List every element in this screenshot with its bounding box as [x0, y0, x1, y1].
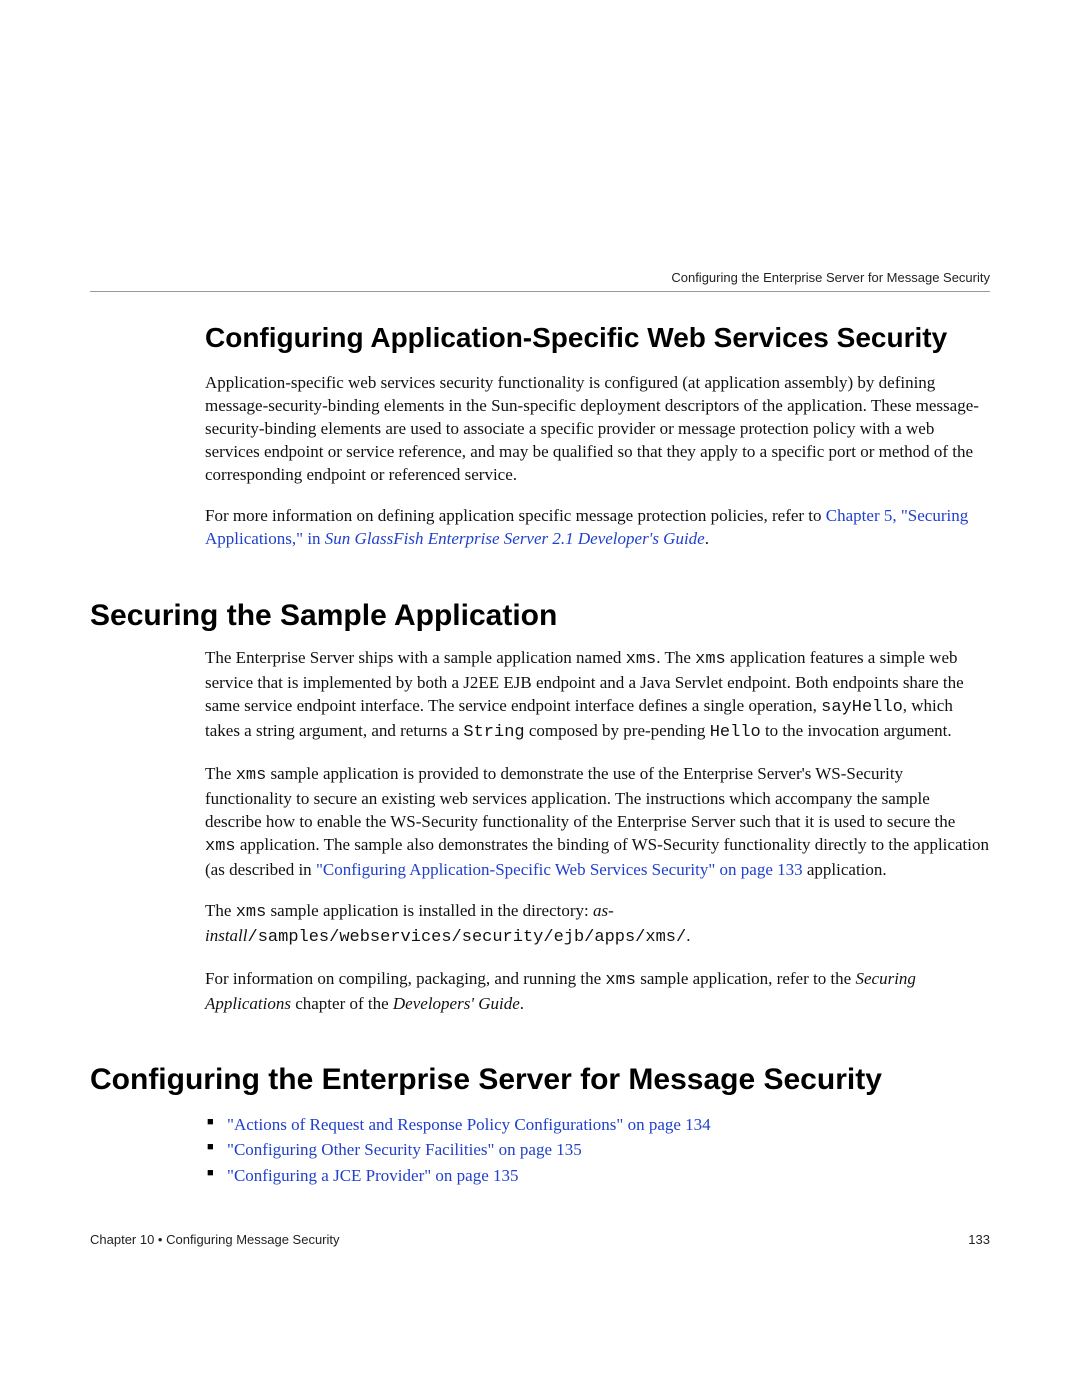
text: to the invocation argument. [761, 721, 952, 740]
paragraph: The xms sample application is provided t… [205, 763, 990, 882]
code-inline: xms [205, 837, 236, 856]
text: sample application is installed in the d… [266, 901, 593, 920]
code-inline: Hello [710, 723, 761, 742]
code-inline: /samples/webservices/security/ejb/apps/x… [248, 928, 687, 947]
text: For more information on defining applica… [205, 506, 826, 525]
code-inline: sayHello [821, 698, 903, 717]
text: sample application is provided to demons… [205, 764, 955, 831]
xref-other-security[interactable]: "Configuring Other Security Facilities" … [227, 1140, 582, 1159]
text: . The [656, 648, 695, 667]
code-inline: xms [626, 650, 657, 669]
code-inline: String [463, 723, 524, 742]
link-text-italic: Sun GlassFish Enterprise Server 2.1 Deve… [325, 529, 705, 548]
paragraph: The Enterprise Server ships with a sampl… [205, 647, 990, 745]
text: For information on compiling, packaging,… [205, 969, 605, 988]
text: . [520, 994, 524, 1013]
text: composed by pre-pending [525, 721, 710, 740]
text: sample application, refer to the [636, 969, 856, 988]
text: chapter of the [291, 994, 393, 1013]
text: The [205, 764, 236, 783]
footer-chapter: Chapter 10 • Configuring Message Securit… [90, 1232, 340, 1247]
xref-jce-provider[interactable]: "Configuring a JCE Provider" on page 135 [227, 1166, 519, 1185]
section-configuring-app-specific: Configuring Application-Specific Web Ser… [205, 322, 990, 551]
toc-list: "Actions of Request and Response Policy … [205, 1112, 990, 1189]
heading-configuring-app-specific: Configuring Application-Specific Web Ser… [205, 322, 990, 354]
paragraph: Application-specific web services securi… [205, 372, 990, 487]
text: The [205, 901, 236, 920]
section-securing-sample-app: The Enterprise Server ships with a sampl… [205, 647, 990, 1015]
footer-page-number: 133 [968, 1232, 990, 1247]
xref-configuring-app-specific[interactable]: "Configuring Application-Specific Web Se… [316, 860, 803, 879]
code-inline: xms [605, 971, 636, 990]
toc-item: "Configuring Other Security Facilities" … [205, 1137, 990, 1163]
heading-securing-sample-app: Securing the Sample Application [90, 599, 990, 634]
text: . [705, 529, 709, 548]
paragraph: For information on compiling, packaging,… [205, 968, 990, 1016]
text: . [686, 926, 690, 945]
section-configuring-enterprise-server: "Actions of Request and Response Policy … [205, 1112, 990, 1189]
xref-actions-policy[interactable]: "Actions of Request and Response Policy … [227, 1115, 711, 1134]
text: application. [803, 860, 887, 879]
code-inline: xms [695, 650, 726, 669]
toc-item: "Configuring a JCE Provider" on page 135 [205, 1163, 990, 1189]
page-footer: Chapter 10 • Configuring Message Securit… [90, 1232, 990, 1247]
page-container: Configuring the Enterprise Server for Me… [0, 0, 1080, 1307]
toc-item: "Actions of Request and Response Policy … [205, 1112, 990, 1138]
book-title: Developers' Guide [393, 994, 520, 1013]
heading-configuring-enterprise-server: Configuring the Enterprise Server for Me… [90, 1063, 990, 1098]
code-inline: xms [236, 903, 267, 922]
paragraph: The xms sample application is installed … [205, 900, 990, 950]
paragraph: For more information on defining applica… [205, 505, 990, 551]
code-inline: xms [236, 766, 267, 785]
text: The Enterprise Server ships with a sampl… [205, 648, 626, 667]
running-head: Configuring the Enterprise Server for Me… [90, 270, 990, 292]
